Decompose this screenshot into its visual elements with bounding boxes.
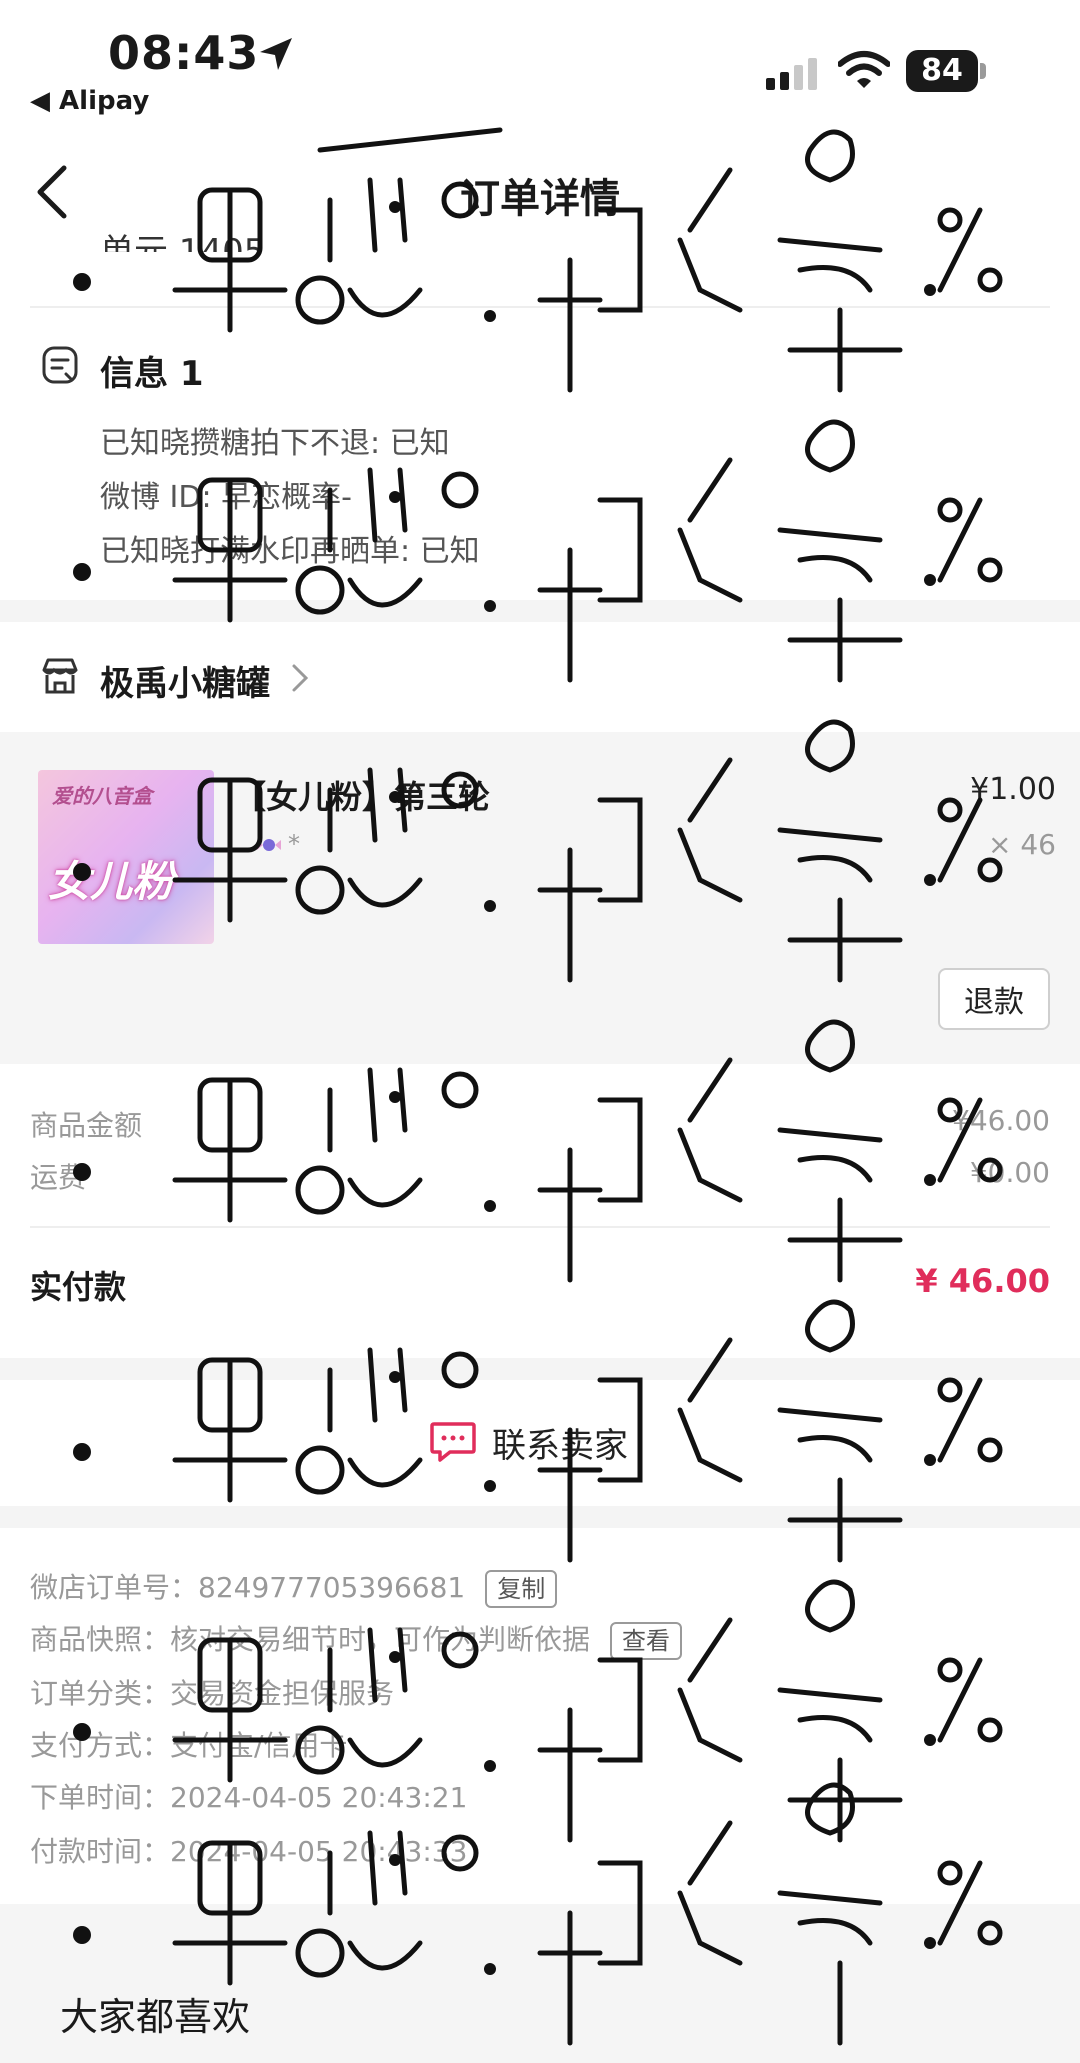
message-info-icon <box>42 346 78 384</box>
section-gap <box>0 1064 1080 1070</box>
back-to-app-link[interactable]: ◀ Alipay <box>30 86 149 116</box>
contact-seller-button[interactable]: 联系卖家 <box>428 1414 628 1470</box>
page-title: 订单详情 <box>460 176 620 222</box>
section-gap <box>0 600 1080 622</box>
recommend-title: 大家都喜欢 <box>60 1995 251 2039</box>
wifi-icon <box>838 51 890 88</box>
spec-candy-icon <box>257 839 281 851</box>
paid-amount-label: 实付款 <box>30 1268 127 1306</box>
goods-amount-value: ¥46.00 <box>952 1104 1050 1137</box>
snapshot-row: 商品快照：核对交易细节时，可作为判断依据 查看 <box>30 1618 683 1660</box>
shop-icon <box>42 658 78 694</box>
product-unit-price: ¥1.00 <box>970 772 1056 807</box>
refund-button[interactable]: 退款 <box>938 968 1050 1030</box>
order-number-row: 微店订单号：824977705396681 复制 <box>30 1566 558 1608</box>
divider <box>30 306 1050 308</box>
battery-indicator: 84 <box>906 50 986 92</box>
product-spec: * <box>288 830 300 858</box>
shipping-value: ¥0.00 <box>969 1156 1050 1189</box>
section-gap <box>0 1506 1080 1528</box>
status-time: 08:43 <box>108 26 260 80</box>
order-number: 微店订单号：824977705396681 <box>30 1571 466 1604</box>
location-arrow-icon <box>260 38 292 70</box>
address-partial-text: 单元 1405 <box>100 232 266 252</box>
order-category: 订单分类：交易资金担保服务 <box>30 1677 395 1710</box>
info-line: 已知晓打满水印再晒单: 已知 <box>100 534 480 569</box>
section-gap <box>0 1358 1080 1380</box>
product-image-subtitle: 爱的八音盒 <box>52 784 152 808</box>
battery-level: 84 <box>906 50 978 92</box>
contact-seller-label: 联系卖家 <box>492 1425 628 1466</box>
cellular-signal-icon <box>766 58 817 90</box>
info-section-title: 信息 1 <box>100 354 204 394</box>
product-title[interactable]: 【女儿粉】第三轮 <box>234 772 490 818</box>
product-thumbnail[interactable]: 爱的八音盒 女儿粉 <box>38 770 214 944</box>
product-quantity: × 46 <box>988 828 1056 861</box>
shop-name-link[interactable]: 极禹小糖罐 <box>100 656 270 705</box>
view-snapshot-button[interactable]: 查看 <box>610 1622 683 1660</box>
paid-amount-value: ¥ 46.00 <box>915 1262 1050 1300</box>
snapshot-text: 商品快照：核对交易细节时，可作为判断依据 <box>30 1623 591 1656</box>
goods-amount-label: 商品金额 <box>30 1109 143 1142</box>
order-time: 下单时间：2024-04-05 20:43:21 <box>30 1781 468 1814</box>
product-image-title: 女儿粉 <box>48 857 175 906</box>
info-line: 微博 ID: 早恋概率- <box>100 480 352 515</box>
pay-time: 付款时间：2024-04-05 20:43:33 <box>30 1835 468 1868</box>
chevron-right-icon[interactable] <box>288 660 312 696</box>
shipping-label: 运费 <box>30 1161 87 1194</box>
copy-button[interactable]: 复制 <box>485 1570 558 1608</box>
payment-method: 支付方式：支付宝/信用卡 <box>30 1729 348 1762</box>
divider <box>30 1226 1050 1228</box>
info-line: 已知晓攒糖拍下不退: 已知 <box>100 426 450 461</box>
chat-bubble-icon <box>430 1422 476 1462</box>
